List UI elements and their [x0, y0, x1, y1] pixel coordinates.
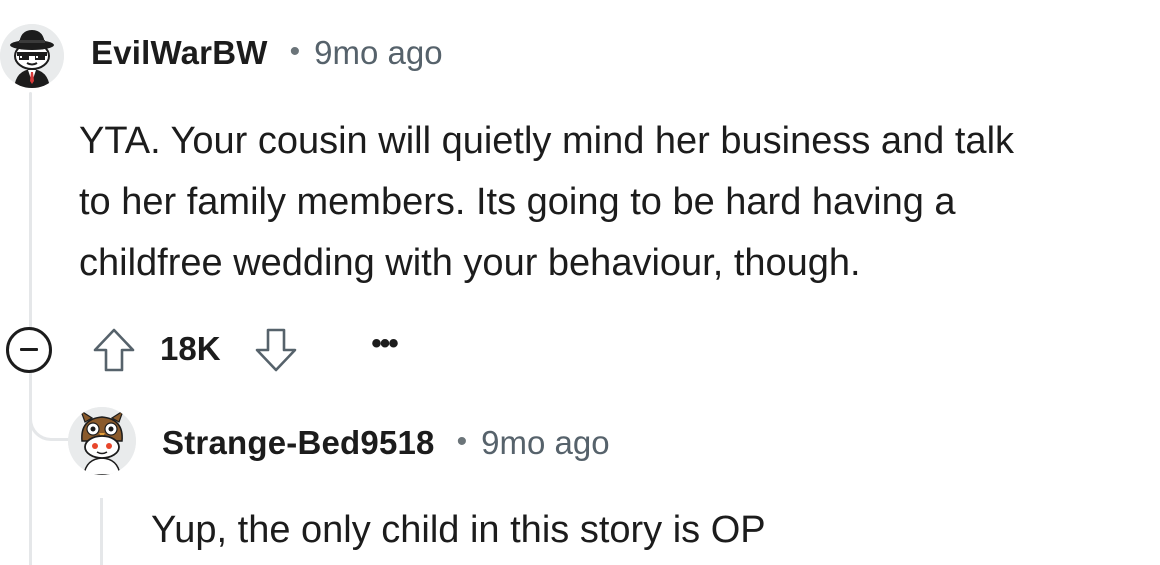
- comment-timestamp[interactable]: 9mo ago: [314, 34, 442, 72]
- avatar[interactable]: [68, 407, 136, 475]
- reply-author[interactable]: Strange-Bed9518: [162, 424, 435, 462]
- reply-timestamp[interactable]: 9mo ago: [481, 424, 609, 462]
- comment-author[interactable]: EvilWarBW: [91, 34, 268, 72]
- comment-body-line: YTA. Your cousin will quietly mind her b…: [79, 120, 1015, 162]
- comment-thread-line[interactable]: [29, 92, 32, 328]
- collapse-minus-icon[interactable]: [6, 327, 52, 373]
- snoo-owl-hat-avatar-icon: [68, 407, 136, 475]
- comment-body: YTA. Your cousin will quietly mind her b…: [79, 111, 1159, 294]
- comment-body-line: to her family members. Its going to be h…: [79, 181, 956, 223]
- more-options-button[interactable]: •••: [364, 329, 404, 366]
- downvote-arrow-icon[interactable]: [252, 325, 300, 375]
- comment-body-line: childfree wedding with your behaviour, t…: [79, 242, 861, 284]
- meta-separator: •: [456, 425, 468, 458]
- reply-body: Yup, the only child in this story is OP: [151, 509, 766, 551]
- upvote-arrow-icon[interactable]: [90, 325, 138, 375]
- vote-score: 18K: [160, 330, 221, 367]
- reply-header: Strange-Bed9518 • 9mo ago: [162, 424, 610, 462]
- meta-separator: •: [289, 35, 301, 68]
- comment-header: EvilWarBW • 9mo ago: [91, 34, 443, 72]
- reply-thread-line[interactable]: [100, 498, 103, 565]
- avatar[interactable]: [0, 24, 64, 88]
- reply-thread-connector: [29, 395, 69, 441]
- snoo-sunglasses-fedora-avatar-icon: [0, 24, 64, 88]
